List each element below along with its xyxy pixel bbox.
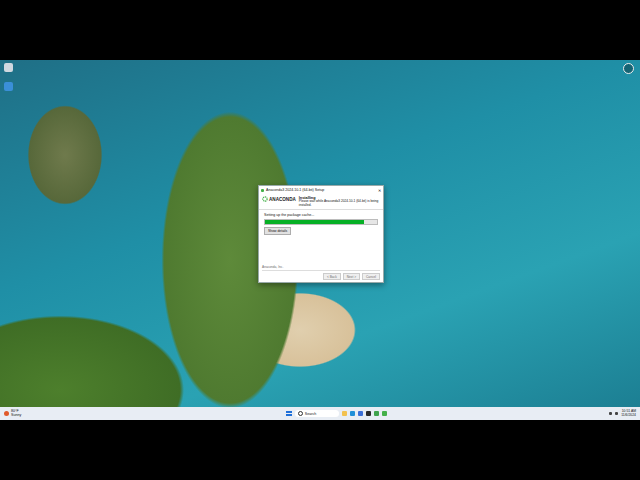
- search-box[interactable]: Search: [295, 410, 339, 417]
- volume-icon[interactable]: [615, 412, 618, 415]
- taskbar-app-icon[interactable]: [350, 411, 355, 416]
- show-details-button[interactable]: Show details: [264, 227, 291, 235]
- progress-bar: [264, 219, 378, 225]
- footer: Anaconda, Inc.< BackNext >Cancel: [259, 263, 383, 282]
- taskbar-center: Search: [64, 410, 609, 417]
- installer-window[interactable]: Anaconda3 2024.10-1 (64-bit) Setup✕ANACO…: [258, 185, 384, 283]
- window-title: Anaconda3 2024.10-1 (64-bit) Setup: [266, 188, 376, 192]
- start-icon[interactable]: [286, 411, 292, 417]
- date: 11/6/2024: [621, 414, 636, 418]
- desktop-icons: [4, 63, 13, 91]
- progress-fill: [265, 220, 364, 224]
- wizard-button: Cancel: [362, 273, 380, 280]
- taskbar-app-icon[interactable]: [358, 411, 363, 416]
- title-bar[interactable]: Anaconda3 2024.10-1 (64-bit) Setup✕: [259, 186, 383, 194]
- wizard-button: Next >: [343, 273, 360, 280]
- display: Anaconda3 2024.10-1 (64-bit) Setup✕ANACO…: [0, 60, 640, 420]
- desktop: Anaconda3 2024.10-1 (64-bit) Setup✕ANACO…: [0, 60, 640, 407]
- taskbar-app-icon[interactable]: [382, 411, 387, 416]
- wizard-button: < Back: [323, 273, 341, 280]
- status-text: Setting up the package cache...: [264, 213, 378, 217]
- header: ANACONDAInstallingPlease wait while Anac…: [259, 194, 383, 210]
- clock[interactable]: 10:51 AM11/6/2024: [621, 410, 636, 417]
- search-icon: [298, 411, 303, 416]
- anaconda-logo: ANACONDA: [262, 196, 296, 202]
- taskbar-app-icon[interactable]: [366, 411, 371, 416]
- taskbar: 80°FSunny Search 10:51 AM11/6/2024: [0, 407, 640, 420]
- subheading: Please wait while Anaconda3 2024.10-1 (6…: [299, 200, 380, 207]
- header-text: InstallingPlease wait while Anaconda3 20…: [299, 196, 380, 207]
- app-icon: [261, 189, 264, 192]
- top-letterbox: [0, 0, 640, 60]
- recycle-bin-icon[interactable]: [4, 63, 13, 72]
- taskbar-app-icon[interactable]: [374, 411, 379, 416]
- close-button[interactable]: ✕: [378, 188, 381, 193]
- app-shortcut-icon[interactable]: [4, 82, 13, 91]
- anaconda-ring-icon: [262, 196, 268, 202]
- search-placeholder: Search: [305, 412, 316, 416]
- watermark-icon: [623, 63, 634, 74]
- screen: Anaconda3 2024.10-1 (64-bit) Setup✕ANACO…: [0, 0, 640, 480]
- logo-text: ANACONDA: [269, 197, 296, 202]
- system-tray: 10:51 AM11/6/2024: [609, 410, 636, 417]
- taskbar-app-icon[interactable]: [342, 411, 347, 416]
- button-row: < BackNext >Cancel: [262, 271, 380, 280]
- condition: Sunny: [11, 414, 21, 418]
- brand-text: Anaconda, Inc.: [262, 265, 380, 271]
- bottom-letterbox: [0, 420, 640, 480]
- body: Setting up the package cache... Show deta…: [259, 210, 383, 238]
- network-icon[interactable]: [609, 412, 612, 415]
- weather-icon: [4, 411, 9, 416]
- weather-widget[interactable]: 80°FSunny: [4, 410, 64, 418]
